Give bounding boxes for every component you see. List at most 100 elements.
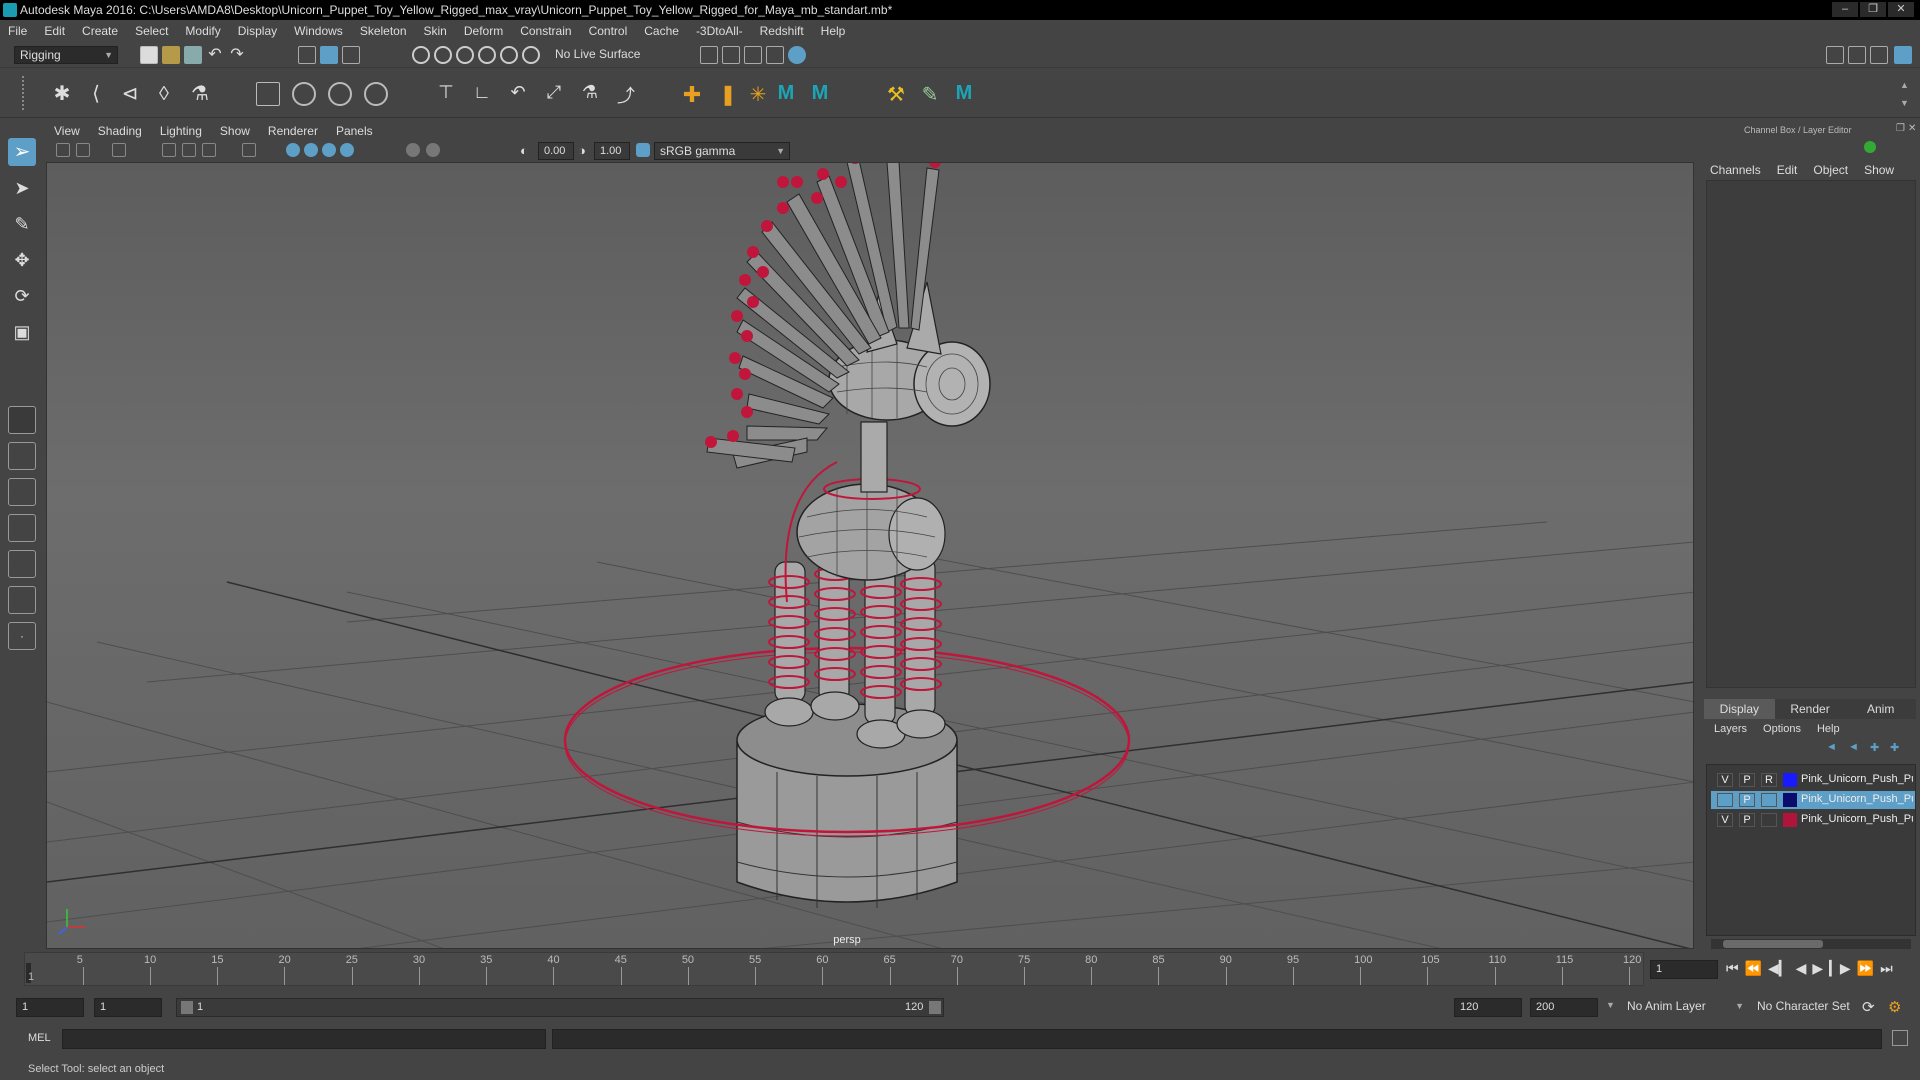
range-start-handle[interactable] <box>181 1001 193 1014</box>
render-frame-icon[interactable] <box>722 46 740 64</box>
move-layer-down-icon[interactable]: ◄ <box>1848 741 1862 755</box>
layer-playback-toggle[interactable]: P <box>1739 793 1755 807</box>
panel-menu-panels[interactable]: Panels <box>336 124 373 138</box>
menu-create[interactable]: Create <box>82 24 118 38</box>
scale-tool-icon[interactable]: ▣ <box>8 318 36 346</box>
snap-view-icon[interactable] <box>478 46 496 64</box>
paint-weights-icon[interactable] <box>292 82 316 106</box>
persp-outliner-layout-icon[interactable] <box>8 478 36 506</box>
wireframe-on-shaded-icon[interactable] <box>322 143 336 157</box>
channel-menu-show[interactable]: Show <box>1864 163 1894 177</box>
menu-redshift[interactable]: Redshift <box>760 24 804 38</box>
camera-select-icon[interactable] <box>56 143 70 157</box>
snap-live-icon[interactable] <box>522 46 540 64</box>
tool-settings-icon[interactable] <box>1870 46 1888 64</box>
snap-grid-icon[interactable] <box>412 46 430 64</box>
float-panel-icon[interactable]: ❐ <box>1896 123 1905 134</box>
menu-edit[interactable]: Edit <box>44 24 65 38</box>
joint-tool-icon[interactable]: ✱ <box>50 82 74 106</box>
menu-control[interactable]: Control <box>589 24 628 38</box>
panel-menu-view[interactable]: View <box>54 124 80 138</box>
attribute-editor-icon[interactable] <box>1848 46 1866 64</box>
select-tool-icon[interactable]: ➢ <box>8 138 36 166</box>
ambient-occlusion-icon[interactable] <box>426 143 440 157</box>
safe-action-icon[interactable] <box>242 143 256 157</box>
ik-handle-icon[interactable]: ⟨ <box>84 82 108 106</box>
step-back-frame-icon[interactable]: ◀▎ <box>1768 960 1790 977</box>
range-end-handle[interactable] <box>929 1001 941 1014</box>
start-time-field[interactable]: 1 <box>16 998 84 1017</box>
cluster-icon[interactable] <box>364 82 388 106</box>
panel-menu-shading[interactable]: Shading <box>98 124 142 138</box>
sculpt-icon[interactable]: ✎ <box>918 82 942 106</box>
open-scene-icon[interactable] <box>162 46 180 64</box>
undo-icon[interactable]: ↶ <box>206 46 224 64</box>
ik-spline-icon[interactable]: ⊲ <box>118 82 142 106</box>
image-plane-icon[interactable] <box>112 143 126 157</box>
animation-prefs-icon[interactable]: ⚙ <box>1888 998 1901 1016</box>
snap-point-icon[interactable] <box>456 46 474 64</box>
tab-display[interactable]: Display <box>1704 699 1775 719</box>
new-scene-icon[interactable] <box>140 46 158 64</box>
locator-icon[interactable]: ✚ <box>680 82 704 107</box>
lattice-icon[interactable] <box>328 82 352 106</box>
neck-mesh[interactable] <box>860 421 888 493</box>
play-forward-icon[interactable]: ▶ <box>1812 960 1823 977</box>
wireframe-icon[interactable] <box>286 143 300 157</box>
insert-joint-icon[interactable]: ◊ <box>152 82 176 106</box>
character-set-dropdown[interactable]: No Character Set <box>1752 998 1870 1017</box>
menu-select[interactable]: Select <box>135 24 168 38</box>
humanik-icon[interactable]: ⚗ <box>188 82 212 106</box>
exposure-field[interactable]: 0.00 <box>538 142 574 160</box>
tab-render[interactable]: Render <box>1774 699 1846 719</box>
layer-name[interactable]: Pink_Unicorn_Push_Pu <box>1801 773 1913 785</box>
end-time-menu-icon[interactable]: ▼ <box>1606 1000 1615 1010</box>
layer-name[interactable]: Pink_Unicorn_Push_Pu <box>1801 813 1913 825</box>
shelf-scroll-down-icon[interactable]: ▼ <box>1900 98 1909 108</box>
layer-color-swatch[interactable] <box>1783 813 1797 827</box>
channel-menu-channels[interactable]: Channels <box>1710 163 1761 177</box>
panel-menu-lighting[interactable]: Lighting <box>160 124 202 138</box>
mirror-joint-icon[interactable]: ✳ <box>746 82 770 106</box>
layer-visibility-toggle[interactable]: V <box>1717 773 1733 787</box>
resolution-gate-icon[interactable] <box>202 143 216 157</box>
step-back-key-icon[interactable]: ⏪ <box>1745 960 1762 977</box>
menu-deform[interactable]: Deform <box>464 24 503 38</box>
script-m-icon-1[interactable]: M <box>774 82 798 106</box>
snap-surface-icon[interactable] <box>500 46 518 64</box>
go-to-start-icon[interactable]: ⏮ <box>1726 960 1739 977</box>
layer-playback-toggle[interactable]: P <box>1739 773 1755 787</box>
shelf-options-handle[interactable] <box>22 76 30 110</box>
layer-name[interactable]: Pink_Unicorn_Push_Pu <box>1801 793 1913 805</box>
menu-constrain[interactable]: Constrain <box>520 24 571 38</box>
aim-constraint-icon[interactable]: ⚗ <box>578 82 602 106</box>
perspective-viewport[interactable]: persp <box>46 121 1694 949</box>
point-constraint-icon[interactable]: ∟ <box>470 82 494 106</box>
four-view-layout-icon[interactable] <box>8 442 36 470</box>
playback-end-field[interactable]: 120 <box>1454 998 1522 1017</box>
new-layer-icon[interactable]: ✚ <box>1870 741 1884 755</box>
time-ruler[interactable]: 5 10 15 20 25 30 35 40 45 50 55 60 65 70 75 80 85 90 95 100… <box>24 952 1644 986</box>
current-frame-field[interactable]: 1 <box>1650 960 1718 979</box>
anim-layer-dropdown[interactable]: No Anim Layer ▼ <box>1622 998 1748 1017</box>
select-object-icon[interactable] <box>320 46 338 64</box>
layer-scrollbar[interactable] <box>1711 939 1911 949</box>
menu-file[interactable]: File <box>8 24 27 38</box>
layer-menu-layers[interactable]: Layers <box>1714 723 1747 735</box>
shadows-icon[interactable] <box>406 143 420 157</box>
menu-skin[interactable]: Skin <box>424 24 447 38</box>
save-scene-icon[interactable] <box>184 46 202 64</box>
menu-help[interactable]: Help <box>821 24 846 38</box>
modeling-toolkit-icon[interactable] <box>1826 46 1844 64</box>
layer-row[interactable]: P Pink_Unicorn_Push_Pu <box>1711 791 1915 809</box>
render-view-icon[interactable] <box>700 46 718 64</box>
move-layer-up-icon[interactable]: ◄ <box>1826 741 1840 755</box>
grid-toggle-icon[interactable] <box>162 143 176 157</box>
connect-joint-icon[interactable]: ❚ <box>716 82 740 106</box>
close-icon[interactable]: ✕ <box>1888 2 1914 17</box>
persp-graph-layout-icon[interactable] <box>8 514 36 542</box>
channel-menu-edit[interactable]: Edit <box>1777 163 1798 177</box>
redo-icon[interactable]: ↷ <box>228 46 246 64</box>
panel-menu-show[interactable]: Show <box>220 124 250 138</box>
camera-attributes-icon[interactable] <box>76 143 90 157</box>
